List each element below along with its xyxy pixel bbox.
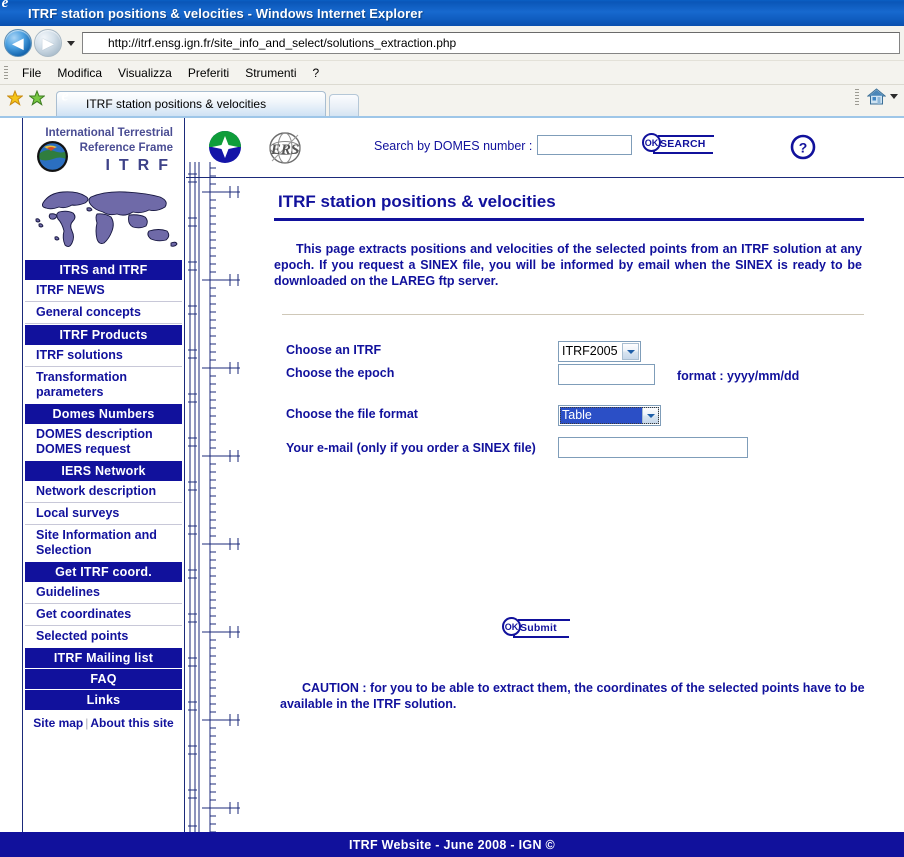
- star-icon[interactable]: [7, 89, 23, 106]
- ok-badge: OK: [642, 133, 661, 152]
- sidebar-item-local-surveys[interactable]: Local surveys: [25, 503, 182, 525]
- igs-logo-icon: [209, 131, 241, 163]
- menu-item-modifica[interactable]: Modifica: [49, 64, 110, 82]
- sidebar-item-iers-network[interactable]: IERS Network: [25, 461, 182, 481]
- sidebar-item-itrf-products[interactable]: ITRF Products: [25, 325, 182, 345]
- chevron-down-icon[interactable]: [642, 407, 659, 424]
- file-format-select[interactable]: Table: [558, 405, 661, 426]
- search-button[interactable]: OK SEARCH: [642, 132, 714, 160]
- search-input[interactable]: [537, 135, 632, 155]
- menu-item-file[interactable]: File: [14, 64, 49, 82]
- intro-paragraph: This page extracts positions and velocit…: [274, 242, 862, 288]
- epoch-input[interactable]: [558, 364, 655, 385]
- toolbar-gripper-icon[interactable]: [855, 88, 859, 105]
- sidebar-item-site-information-and-selection[interactable]: Site Information and: [25, 525, 182, 543]
- menu-item-strumenti[interactable]: Strumenti: [237, 64, 304, 82]
- decorative-ruler-graphic: [188, 162, 240, 834]
- sidebar-item-site-information-and-selection-line2[interactable]: Selection: [25, 543, 182, 561]
- sidebar-item-itrs-and-itrf[interactable]: ITRS and ITRF: [25, 260, 182, 280]
- sidebar-item-transformation-parameters-line2[interactable]: parameters: [25, 385, 182, 403]
- svg-text:?: ?: [799, 140, 808, 156]
- extraction-form: Choose an ITRF ITRF2005 Choose the epoch…: [252, 341, 892, 521]
- sidebar-item-general-concepts[interactable]: General concepts: [25, 302, 182, 324]
- sidebar-item-itrf-solutions[interactable]: ITRF solutions: [25, 345, 182, 367]
- window-title-bar: ITRF station positions & velocities - Wi…: [0, 0, 904, 26]
- sidebar-item-itrf-news[interactable]: ITRF NEWS: [25, 280, 182, 302]
- sidebar-item-transformation-parameters[interactable]: Transformation: [25, 367, 182, 385]
- tab-bar: ITRF station positions & velocities: [0, 85, 904, 118]
- chevron-down-icon[interactable]: [890, 94, 898, 99]
- ie-logo-icon: [5, 4, 23, 22]
- menu-item-preferiti[interactable]: Preferiti: [180, 64, 237, 82]
- sidebar-item-get-coordinates[interactable]: Get coordinates: [25, 604, 182, 626]
- url-input[interactable]: http://itrf.ensg.ign.fr/site_info_and_se…: [82, 32, 900, 54]
- submit-button-label: Submit: [520, 622, 557, 634]
- label-email: Your e-mail (only if you order a SINEX f…: [286, 441, 536, 455]
- site-banner: ERS Search by DOMES number : OK SEARCH ?: [186, 118, 904, 178]
- about-this-site-link[interactable]: About this site: [90, 716, 173, 730]
- search-label: Search by DOMES number :: [374, 139, 533, 153]
- browser-tab[interactable]: ITRF station positions & velocities: [56, 91, 326, 116]
- menu-item-visualizza[interactable]: Visualizza: [110, 64, 180, 82]
- favorites-toolbar: [0, 82, 56, 116]
- page-viewport: International Terrestrial Reference Fram…: [0, 118, 904, 857]
- globe-icon: [37, 141, 68, 172]
- label-choose-file-format: Choose the file format: [286, 407, 418, 421]
- menu-bar: File Modifica Visualizza Preferiti Strum…: [0, 61, 904, 85]
- chevron-down-icon[interactable]: [67, 40, 75, 46]
- page-title: ITRF station positions & velocities: [278, 192, 556, 211]
- site-logo: International Terrestrial Reference Fram…: [23, 118, 184, 179]
- home-icon[interactable]: [866, 88, 887, 105]
- epoch-format-hint: format : yyyy/mm/dd: [677, 369, 800, 383]
- new-tab-button[interactable]: [329, 94, 359, 116]
- window-title: ITRF station positions & velocities - Wi…: [28, 5, 423, 21]
- question-mark-icon[interactable]: ?: [790, 134, 816, 160]
- submit-button[interactable]: OK Submit: [502, 616, 572, 644]
- title-divider: [274, 218, 864, 221]
- forward-arrow-icon[interactable]: ▶: [34, 29, 62, 57]
- add-star-icon[interactable]: [29, 89, 45, 106]
- sidebar-item-selected-points[interactable]: Selected points: [25, 626, 182, 647]
- main-content: ITRF station positions & velocities This…: [252, 180, 892, 830]
- file-format-select-value: Table: [560, 407, 642, 424]
- address-bar: ◀ ▶ http://itrf.ensg.ign.fr/site_info_an…: [0, 26, 904, 61]
- url-text: http://itrf.ensg.ign.fr/site_info_and_se…: [108, 36, 457, 50]
- menu-gripper-icon[interactable]: [4, 65, 8, 80]
- world-map-icon: [23, 183, 184, 259]
- sidebar-item-get-itrf-coord[interactable]: Get ITRF coord.: [25, 562, 182, 582]
- label-choose-itrf: Choose an ITRF: [286, 343, 382, 357]
- section-divider: [282, 314, 864, 315]
- sidebar-item-domes-numbers[interactable]: Domes Numbers: [25, 404, 182, 424]
- sidebar: International Terrestrial Reference Fram…: [22, 118, 185, 834]
- itrf-select-value: ITRF2005: [562, 344, 618, 358]
- menu-item-help[interactable]: ?: [305, 64, 328, 82]
- chevron-down-icon[interactable]: [622, 343, 639, 360]
- tab-bar-tools: [855, 81, 904, 116]
- itrf-select[interactable]: ITRF2005: [558, 341, 641, 362]
- ok-badge: OK: [502, 617, 521, 636]
- sidebar-item-faq[interactable]: FAQ: [25, 669, 182, 689]
- footer-text: ITRF Website - June 2008 - IGN ©: [348, 837, 556, 852]
- sidebar-item-domes-request[interactable]: DOMES request: [25, 442, 182, 460]
- svg-text:ERS: ERS: [270, 142, 299, 158]
- sidebar-footer-links: Site map | About this site: [23, 710, 184, 736]
- sidebar-item-itrf-mailing-list[interactable]: ITRF Mailing list: [25, 648, 182, 668]
- iers-logo-icon: ERS: [269, 132, 301, 164]
- email-input[interactable]: [558, 437, 748, 458]
- page-icon: [65, 97, 80, 112]
- sidebar-item-network-description[interactable]: Network description: [25, 481, 182, 503]
- caution-paragraph: CAUTION : for you to be able to extract …: [280, 681, 865, 711]
- search-button-label: SEARCH: [660, 138, 706, 150]
- site-footer: ITRF Website - June 2008 - IGN ©: [0, 832, 904, 857]
- tab-label: ITRF station positions & velocities: [86, 97, 267, 111]
- sidebar-item-domes-description[interactable]: DOMES description: [25, 424, 182, 442]
- site-map-link[interactable]: Site map: [33, 716, 83, 730]
- back-arrow-icon[interactable]: ◀: [4, 29, 32, 57]
- page-icon: [87, 35, 103, 51]
- sidebar-item-links[interactable]: Links: [25, 690, 182, 710]
- sidebar-item-guidelines[interactable]: Guidelines: [25, 582, 182, 604]
- label-choose-epoch: Choose the epoch: [286, 366, 395, 380]
- logo-line-1: International Terrestrial: [45, 127, 173, 139]
